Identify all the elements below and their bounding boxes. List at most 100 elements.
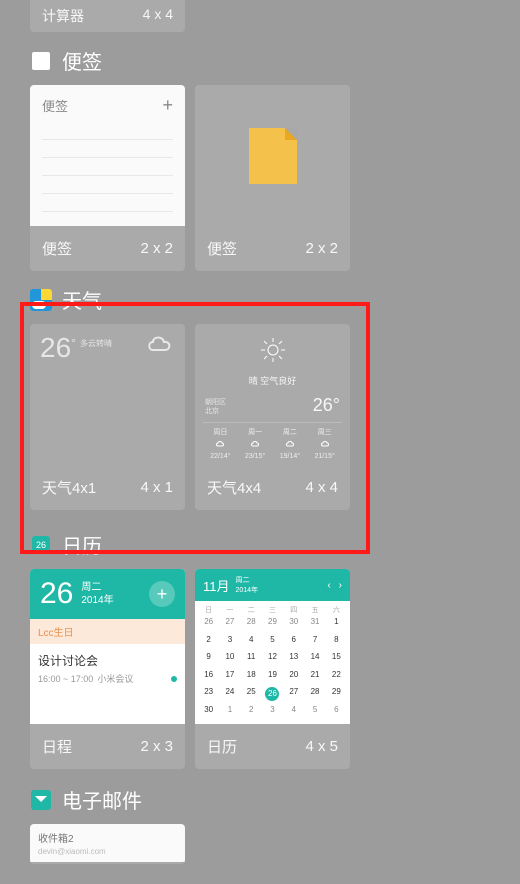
widget-name: 天气4x4	[207, 477, 261, 498]
add-event-button[interactable]: +	[149, 581, 175, 607]
prev-month-day: 28	[242, 617, 261, 633]
weather-4x4-preview: 晴 空气良好 朝阳区 北京 26° 周日22/14°周一23/15°周二19/1…	[195, 324, 350, 465]
day-cell[interactable]: 15	[327, 652, 346, 668]
cloud-icon	[145, 332, 175, 457]
day-cell[interactable]: 18	[242, 670, 261, 686]
day-cell[interactable]: 24	[220, 687, 239, 703]
next-month-day: 5	[305, 705, 324, 721]
prev-month-day: 31	[305, 617, 324, 633]
weather-description: 晴 空气良好	[203, 374, 342, 387]
widget-card-month-calendar[interactable]: 11月 周二 2014年 ‹ › 日一二三四五六2627282930311234…	[195, 569, 350, 769]
widget-size: 2 x 2	[305, 240, 338, 257]
day-cell[interactable]: 11	[242, 652, 261, 668]
widget-card-notes-2x2-sticky[interactable]: 便签 2 x 2	[195, 85, 350, 271]
day-cell[interactable]: 22	[327, 670, 346, 686]
weekday-header: 五	[305, 605, 324, 615]
widget-card-weather-4x4[interactable]: 晴 空气良好 朝阳区 北京 26° 周日22/14°周一23/15°周二19/1…	[195, 324, 350, 510]
forecast-day: 周一23/15°	[238, 427, 273, 460]
widget-name: 天气4x1	[42, 477, 96, 498]
next-month-icon[interactable]: ›	[339, 580, 342, 591]
event-time: 16:00 ~ 17:00	[38, 674, 93, 684]
weekday-header: 日	[199, 605, 218, 615]
day-cell[interactable]: 9	[199, 652, 218, 668]
schedule-preview: 26 周二 2014年 + Lcc生日 设计讨论会 16:00 ~ 17:00 …	[30, 569, 185, 724]
widget-size: 2 x 2	[140, 240, 173, 257]
widget-card-schedule[interactable]: 26 周二 2014年 + Lcc生日 设计讨论会 16:00 ~ 17:00 …	[30, 569, 185, 769]
weekday-header: 六	[327, 605, 346, 615]
widget-card-notes-2x2-list[interactable]: 便签 + 便签 2 x 2	[30, 85, 185, 271]
day-cell[interactable]: 19	[263, 670, 282, 686]
widget-size: 4 x 4	[305, 479, 338, 496]
next-month-day: 4	[284, 705, 303, 721]
weather-location2: 北京	[205, 407, 226, 416]
event-location: 小米会议	[97, 672, 133, 685]
section-notes: 便签 便签 + 便签 2 x 2	[0, 46, 520, 271]
section-title: 日历	[62, 530, 102, 559]
next-month-day: 6	[327, 705, 346, 721]
day-cell[interactable]: 21	[305, 670, 324, 686]
widget-name: 计算器	[42, 6, 84, 26]
calendar-app-icon: 26	[30, 534, 52, 556]
day-cell[interactable]: 13	[284, 652, 303, 668]
inbox-label: 收件箱2	[38, 830, 177, 845]
day-cell[interactable]: 23	[199, 687, 218, 703]
section-title: 电子邮件	[62, 785, 142, 814]
widget-name: 便签	[42, 238, 72, 259]
day-cell[interactable]: 5	[263, 635, 282, 651]
prev-month-day: 29	[263, 617, 282, 633]
section-weather: 天气 26 ° 多云转晴 天气4x1 4 x 1	[0, 285, 520, 510]
day-cell[interactable]: 1	[327, 617, 346, 633]
day-cell[interactable]: 6	[284, 635, 303, 651]
sun-icon	[203, 332, 342, 370]
widget-size: 2 x 3	[140, 738, 173, 755]
section-email: 电子邮件 收件箱2 devin@xiaomi.com	[0, 785, 520, 864]
schedule-year: 2014年	[81, 594, 113, 607]
forecast-row: 周日22/14°周一23/15°周二19/14°周三21/15°	[203, 422, 342, 460]
weather-4x1-preview: 26 ° 多云转晴	[30, 324, 185, 465]
weather-app-icon	[30, 289, 52, 311]
day-cell[interactable]: 14	[305, 652, 324, 668]
weather-condition: 多云转晴	[80, 338, 112, 457]
widget-name: 便签	[207, 238, 237, 259]
day-cell[interactable]: 26	[263, 687, 282, 703]
sticky-note-icon	[249, 128, 297, 184]
section-calendar: 26 日历 26 周二 2014年 + Lcc生日 设计讨论会	[0, 530, 520, 769]
event-title: 设计讨论会	[38, 652, 177, 669]
widget-name: 日历	[207, 736, 237, 757]
day-cell[interactable]: 3	[220, 635, 239, 651]
today-marker: 26	[265, 687, 279, 701]
prev-month-icon[interactable]: ‹	[327, 580, 330, 591]
day-cell[interactable]: 7	[305, 635, 324, 651]
forecast-day: 周二19/14°	[273, 427, 308, 460]
next-month-day: 2	[242, 705, 261, 721]
day-cell[interactable]: 25	[242, 687, 261, 703]
day-cell[interactable]: 30	[199, 705, 218, 721]
month-sub: 周二 2014年	[236, 575, 259, 595]
weather-location1: 朝阳区	[205, 398, 226, 407]
day-cell[interactable]: 17	[220, 670, 239, 686]
day-cell[interactable]: 4	[242, 635, 261, 651]
section-title: 便签	[62, 46, 102, 75]
weekday-header: 一	[220, 605, 239, 615]
prev-month-day: 26	[199, 617, 218, 633]
day-cell[interactable]: 8	[327, 635, 346, 651]
notes-preview-title: 便签	[42, 96, 68, 115]
day-cell[interactable]: 2	[199, 635, 218, 651]
day-cell[interactable]: 12	[263, 652, 282, 668]
widget-card-calculator-partial[interactable]: 计算器 4 x 4	[30, 0, 185, 32]
event-dot	[171, 676, 177, 682]
birthday-label: Lcc生日	[30, 619, 185, 644]
schedule-weekday: 周二	[81, 581, 113, 594]
day-cell[interactable]: 28	[305, 687, 324, 703]
weather-bigtemp: 26°	[313, 395, 340, 416]
day-cell[interactable]: 10	[220, 652, 239, 668]
day-cell[interactable]: 27	[284, 687, 303, 703]
widget-name: 日程	[42, 736, 72, 757]
widget-card-weather-4x1[interactable]: 26 ° 多云转晴 天气4x1 4 x 1	[30, 324, 185, 510]
day-cell[interactable]: 29	[327, 687, 346, 703]
next-month-day: 1	[220, 705, 239, 721]
next-month-day: 3	[263, 705, 282, 721]
day-cell[interactable]: 16	[199, 670, 218, 686]
day-cell[interactable]: 20	[284, 670, 303, 686]
widget-card-email-partial[interactable]: 收件箱2 devin@xiaomi.com	[30, 824, 185, 864]
